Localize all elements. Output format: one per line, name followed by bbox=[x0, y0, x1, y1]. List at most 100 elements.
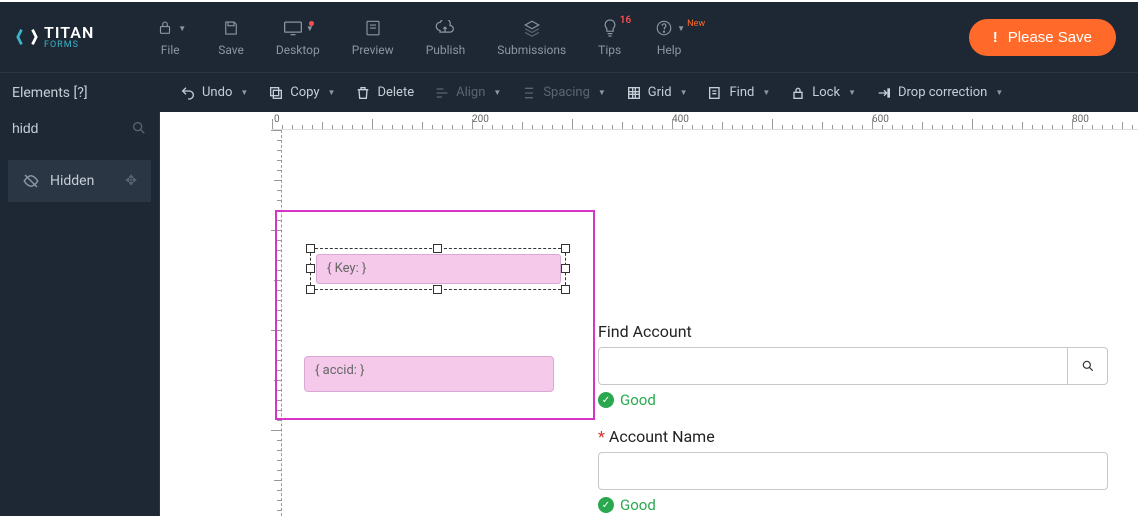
copy-button[interactable]: Copy▼ bbox=[268, 85, 335, 101]
resize-handle[interactable] bbox=[306, 264, 315, 273]
find-account-input[interactable] bbox=[598, 347, 1068, 385]
publish-label: Publish bbox=[426, 43, 466, 57]
tips-label: Tips bbox=[598, 43, 621, 57]
save-menu[interactable]: Save bbox=[218, 17, 244, 57]
resize-handle[interactable] bbox=[306, 244, 315, 253]
hidden-field-accid[interactable]: { accid: } bbox=[304, 356, 554, 392]
sidebar-item-hidden[interactable]: Hidden ✥ bbox=[8, 160, 151, 202]
file-menu[interactable]: ▼ File bbox=[154, 17, 186, 57]
preview-label: Preview bbox=[352, 43, 394, 57]
find-icon bbox=[707, 85, 723, 101]
account-name-label: *Account Name bbox=[598, 427, 1108, 446]
chevron-down-icon: ▼ bbox=[240, 88, 248, 97]
file-label: File bbox=[161, 43, 180, 57]
tips-icon bbox=[599, 17, 621, 39]
grid-button[interactable]: Grid▼ bbox=[626, 85, 688, 101]
warning-icon: ! bbox=[993, 29, 998, 46]
check-icon: ✓ bbox=[598, 392, 614, 408]
find-account-search-button[interactable] bbox=[1068, 347, 1108, 385]
align-icon bbox=[434, 85, 450, 101]
chevron-down-icon: ▼ bbox=[178, 24, 186, 33]
check-icon: ✓ bbox=[598, 497, 614, 513]
top-bar: TITAN FORMS ▼ File Save ▼ Desktop Previe… bbox=[0, 0, 1138, 72]
file-icon bbox=[154, 17, 176, 39]
notification-dot-icon bbox=[309, 21, 314, 26]
delete-button[interactable]: Delete bbox=[355, 85, 414, 101]
ruler-horizontal: 0 200 400 600 800 bbox=[272, 112, 1138, 130]
help-icon bbox=[653, 17, 675, 39]
logo-subtitle: FORMS bbox=[44, 41, 94, 50]
sidebar: Hidden ✥ bbox=[0, 112, 160, 516]
form-preview: Find Account ✓ Good *Account Name ✓ Good bbox=[598, 322, 1108, 516]
resize-handle[interactable] bbox=[561, 285, 570, 294]
chevron-down-icon: ▼ bbox=[677, 24, 685, 33]
lock-icon bbox=[790, 85, 806, 101]
publish-icon bbox=[434, 17, 456, 39]
desktop-menu[interactable]: ▼ Desktop bbox=[276, 17, 320, 57]
resize-handle[interactable] bbox=[433, 244, 442, 253]
tips-badge: 16 bbox=[620, 15, 631, 26]
chevron-down-icon: ▼ bbox=[848, 88, 856, 97]
main-area: Hidden ✥ 0 200 400 600 800 bbox=[0, 112, 1138, 516]
help-menu[interactable]: ▼ Help New bbox=[653, 17, 685, 57]
new-badge: New bbox=[687, 19, 705, 29]
find-button[interactable]: Find▼ bbox=[707, 85, 770, 101]
spacing-button[interactable]: Spacing▼ bbox=[521, 85, 605, 101]
copy-icon bbox=[268, 85, 284, 101]
search-icon bbox=[1081, 359, 1095, 373]
desktop-icon bbox=[282, 17, 304, 39]
trash-icon bbox=[355, 85, 371, 101]
toolbar: Elements [?] Undo▼ Copy▼ Delete Align▼ S… bbox=[0, 72, 1138, 112]
resize-handle[interactable] bbox=[306, 285, 315, 294]
desktop-label: Desktop bbox=[276, 43, 320, 57]
publish-button[interactable]: Publish bbox=[426, 17, 466, 57]
status-good: ✓ Good bbox=[598, 391, 1108, 409]
preview-icon bbox=[362, 17, 384, 39]
canvas-wrapper: 0 200 400 600 800 { Key: } { accid: } bbox=[160, 112, 1138, 516]
resize-handle[interactable] bbox=[561, 244, 570, 253]
status-good: ✓ Good bbox=[598, 496, 1108, 514]
chevron-down-icon: ▼ bbox=[680, 88, 688, 97]
elements-search-input[interactable] bbox=[12, 120, 123, 136]
canvas[interactable]: { Key: } { accid: } Find Account ✓ Good … bbox=[282, 130, 1138, 516]
spacing-icon bbox=[521, 85, 537, 101]
chevron-down-icon: ▼ bbox=[328, 88, 336, 97]
undo-icon bbox=[180, 85, 196, 101]
logo-icon bbox=[16, 26, 38, 48]
account-name-input[interactable] bbox=[598, 452, 1108, 490]
chevron-down-icon: ▼ bbox=[762, 88, 770, 97]
chevron-down-icon: ▼ bbox=[493, 88, 501, 97]
resize-handle[interactable] bbox=[433, 285, 442, 294]
lock-button[interactable]: Lock▼ bbox=[790, 85, 856, 101]
required-indicator: * bbox=[598, 427, 605, 446]
tips-button[interactable]: Tips 16 bbox=[598, 17, 621, 57]
drag-handle-icon[interactable]: ✥ bbox=[125, 173, 137, 189]
preview-button[interactable]: Preview bbox=[352, 17, 394, 57]
please-save-button[interactable]: ! Please Save bbox=[969, 19, 1116, 56]
hidden-icon bbox=[22, 172, 40, 190]
elements-header[interactable]: Elements [?] bbox=[0, 85, 160, 101]
hidden-field-key[interactable]: { Key: } bbox=[316, 254, 561, 284]
chevron-down-icon: ▼ bbox=[995, 88, 1003, 97]
grid-icon bbox=[626, 85, 642, 101]
top-actions: ▼ File Save ▼ Desktop Preview Publish Su… bbox=[154, 17, 969, 57]
search-icon[interactable] bbox=[131, 120, 147, 136]
drop-correction-icon bbox=[876, 85, 892, 101]
logo: TITAN FORMS bbox=[16, 25, 94, 50]
submissions-button[interactable]: Submissions bbox=[497, 17, 566, 57]
save-label: Save bbox=[218, 43, 244, 57]
help-label: Help bbox=[657, 43, 682, 57]
find-account-label: Find Account bbox=[598, 322, 1108, 341]
save-button-label: Please Save bbox=[1008, 29, 1092, 46]
elements-search-row bbox=[0, 112, 159, 144]
chevron-down-icon: ▼ bbox=[598, 88, 606, 97]
undo-button[interactable]: Undo▼ bbox=[180, 85, 248, 101]
resize-handle[interactable] bbox=[561, 264, 570, 273]
sidebar-item-label: Hidden bbox=[50, 173, 94, 189]
submissions-icon bbox=[521, 17, 543, 39]
logo-title: TITAN bbox=[44, 25, 94, 41]
submissions-label: Submissions bbox=[497, 43, 566, 57]
save-icon bbox=[220, 17, 242, 39]
drop-correction-button[interactable]: Drop correction▼ bbox=[876, 85, 1003, 101]
align-button[interactable]: Align▼ bbox=[434, 85, 501, 101]
